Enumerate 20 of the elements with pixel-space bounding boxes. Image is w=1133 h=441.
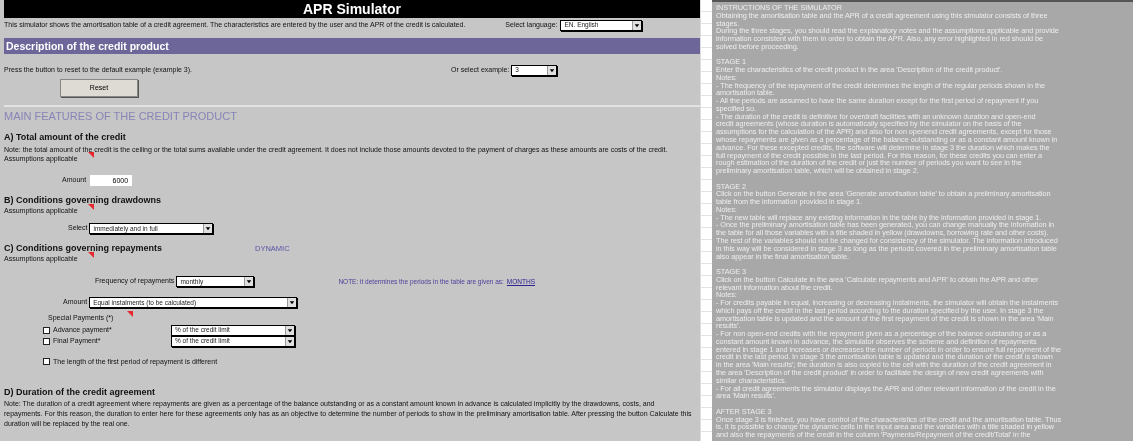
comment-marker-icon — [87, 152, 94, 159]
dropdown-arrow-icon — [244, 277, 254, 287]
section-heading: A) Total amount of the credit — [4, 132, 126, 143]
comment-marker-icon — [87, 251, 94, 258]
section-title: MAIN FEATURES OF THE CREDIT PRODUCT — [4, 110, 238, 124]
dropdown-arrow-icon — [547, 65, 557, 75]
section-heading: B) Conditions governing drawdowns — [4, 194, 161, 206]
dropdown-arrow-icon — [285, 336, 294, 346]
checkbox[interactable] — [43, 358, 50, 366]
dropdown-arrow-icon — [632, 20, 642, 30]
dropdown-arrow-icon — [287, 298, 297, 308]
section-header: Description of the credit product — [4, 38, 700, 54]
comment-marker-icon — [127, 311, 134, 318]
section-heading: D) Duration of the credit agreement — [4, 386, 156, 398]
section-heading: C) Conditions governing repayments — [4, 242, 163, 254]
app-title: APR Simulator — [4, 0, 700, 18]
comment-marker-icon — [87, 203, 94, 210]
checkbox[interactable] — [43, 337, 50, 345]
dropdown-arrow-icon — [285, 325, 294, 335]
checkbox[interactable] — [43, 326, 50, 334]
